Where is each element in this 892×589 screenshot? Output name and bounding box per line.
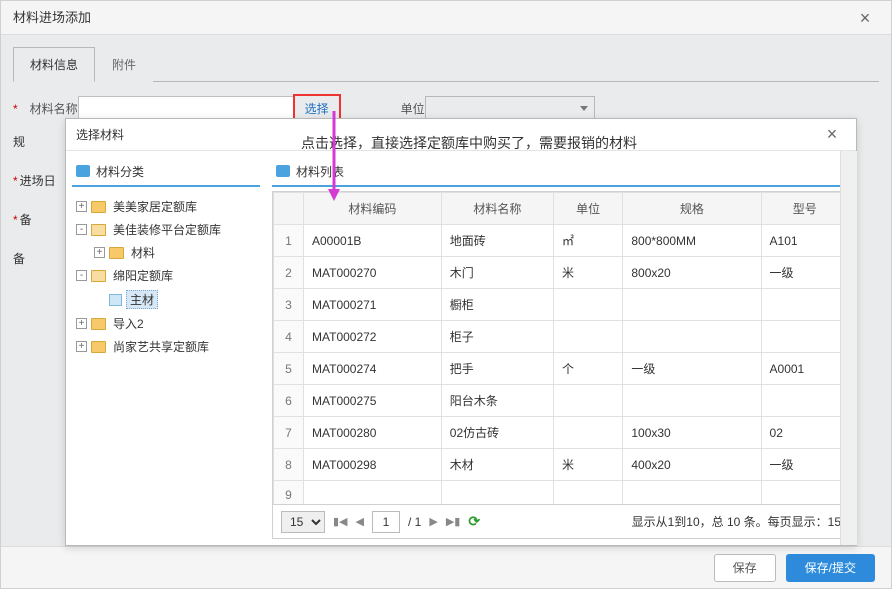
material-table: 材料编码材料名称单位规格型号 1A00001B地面砖㎡800*800MMA101… [272, 191, 850, 505]
tree-node[interactable]: - 美佳装修平台定额库 [74, 218, 258, 241]
tree-node[interactable]: - 绵阳定额库 [74, 264, 258, 287]
table-row[interactable]: 8MAT000298木材米400x20一级 [274, 449, 849, 481]
tree-label: 美美家居定额库 [110, 198, 200, 215]
label-material-name: 材料名称 [20, 100, 78, 117]
select-material-modal: 选择材料 × 材料分类 + 美美家居定额库 - 美佳装修平台定额库 + 材料 - 绵阳定额库主… [65, 118, 857, 546]
table-row[interactable]: 7MAT00028002仿古砖100x3002 [274, 417, 849, 449]
instruction-hint: 点击选择，直接选择定额库中购买了，需要报销的材料 [301, 133, 637, 153]
first-page-icon[interactable]: ▮◀ [333, 515, 348, 528]
folder-icon [91, 224, 106, 236]
col-header: 材料名称 [441, 193, 553, 225]
next-page-icon[interactable]: ▶ [429, 515, 437, 528]
folder-icon [109, 247, 124, 259]
tree-node[interactable]: + 导入2 [74, 312, 258, 335]
refresh-icon[interactable]: ⟳ [468, 513, 480, 530]
folder-icon [91, 318, 106, 330]
tree-toggle-icon[interactable]: + [94, 247, 105, 258]
pager-status: 显示从1到10，总 10 条。每页显示：15 [632, 513, 841, 530]
tree-label: 导入2 [110, 315, 147, 332]
tree-node[interactable]: + 尚家艺共享定额库 [74, 335, 258, 358]
tree-pane: 材料分类 + 美美家居定额库 - 美佳装修平台定额库 + 材料 - 绵阳定额库主材 + 导入2 + 尚… [66, 151, 266, 545]
col-header: 材料编码 [304, 193, 442, 225]
table-row[interactable]: 2MAT000270木门米800x20一级 [274, 257, 849, 289]
panel-icon [76, 165, 90, 177]
table-row[interactable]: 5MAT000274把手个一级A0001 [274, 353, 849, 385]
panel-icon [276, 165, 290, 177]
modal-close-icon[interactable]: × [818, 124, 846, 145]
table-row[interactable]: 3MAT000271橱柜 [274, 289, 849, 321]
tree-label: 尚家艺共享定额库 [110, 338, 212, 355]
table-row[interactable]: 9 [274, 481, 849, 506]
footer: 保存 保存/提交 [1, 546, 891, 588]
save-button[interactable]: 保存 [714, 554, 776, 582]
tree-toggle-icon[interactable]: - [76, 270, 87, 281]
page-size-select[interactable]: 15 [281, 511, 325, 533]
obscured-labels: 规 *进场日 *备 备 [13, 133, 61, 289]
tabs: 材料信息 附件 [13, 47, 879, 82]
tree-node[interactable]: + 美美家居定额库 [74, 195, 258, 218]
page-input[interactable] [372, 511, 400, 533]
arrow-annotation [326, 111, 346, 203]
tree-label: 美佳装修平台定额库 [110, 221, 224, 238]
tree-label: 主材 [126, 290, 158, 309]
list-header: 材料列表 [272, 157, 850, 187]
label-unit: 单位 [365, 100, 425, 117]
table-row[interactable]: 4MAT000272柜子 [274, 321, 849, 353]
category-tree: + 美美家居定额库 - 美佳装修平台定额库 + 材料 - 绵阳定额库主材 + 导入2 + 尚家艺共享定… [72, 191, 260, 539]
folder-icon [91, 201, 106, 213]
pager: 15 ▮◀ ◀ / 1 ▶ ▶▮ ⟳ 显示从1到10，总 10 条。每页显示：1… [272, 505, 850, 539]
col-header: 规格 [623, 193, 761, 225]
table-row[interactable]: 1A00001B地面砖㎡800*800MMA101 [274, 225, 849, 257]
tree-toggle-icon[interactable]: + [76, 341, 87, 352]
col-header [274, 193, 304, 225]
list-pane: 材料列表 材料编码材料名称单位规格型号 1A00001B地面砖㎡800*800M… [266, 151, 856, 545]
tree-header: 材料分类 [72, 157, 260, 187]
tree-node[interactable]: 主材 [74, 287, 258, 312]
table-row[interactable]: 6MAT000275阳台木条 [274, 385, 849, 417]
tree-toggle-icon[interactable]: + [76, 318, 87, 329]
close-icon[interactable]: × [851, 1, 879, 35]
table-header-row: 材料编码材料名称单位规格型号 [274, 193, 849, 225]
col-header: 型号 [761, 193, 848, 225]
tree-toggle-icon[interactable]: - [76, 224, 87, 235]
prev-page-icon[interactable]: ◀ [356, 515, 364, 528]
scrollbar[interactable] [840, 151, 857, 545]
tab-material-info[interactable]: 材料信息 [13, 47, 95, 82]
tree-label: 材料 [128, 244, 158, 261]
tree-label: 绵阳定额库 [110, 267, 176, 284]
titlebar: 材料进场添加 × [1, 1, 891, 35]
required-star: * [13, 102, 18, 116]
folder-icon [91, 270, 106, 282]
window-title: 材料进场添加 [13, 1, 91, 35]
tree-toggle-icon[interactable]: + [76, 201, 87, 212]
last-page-icon[interactable]: ▶▮ [446, 515, 461, 528]
col-header: 单位 [553, 193, 622, 225]
tree-node[interactable]: + 材料 [74, 241, 258, 264]
folder-icon [91, 341, 106, 353]
tab-attachments[interactable]: 附件 [95, 47, 153, 82]
modal-title: 选择材料 [76, 126, 124, 143]
save-submit-button[interactable]: 保存/提交 [786, 554, 875, 582]
chevron-down-icon [580, 106, 588, 111]
page-total: / 1 [408, 515, 421, 529]
leaf-icon [109, 294, 122, 306]
